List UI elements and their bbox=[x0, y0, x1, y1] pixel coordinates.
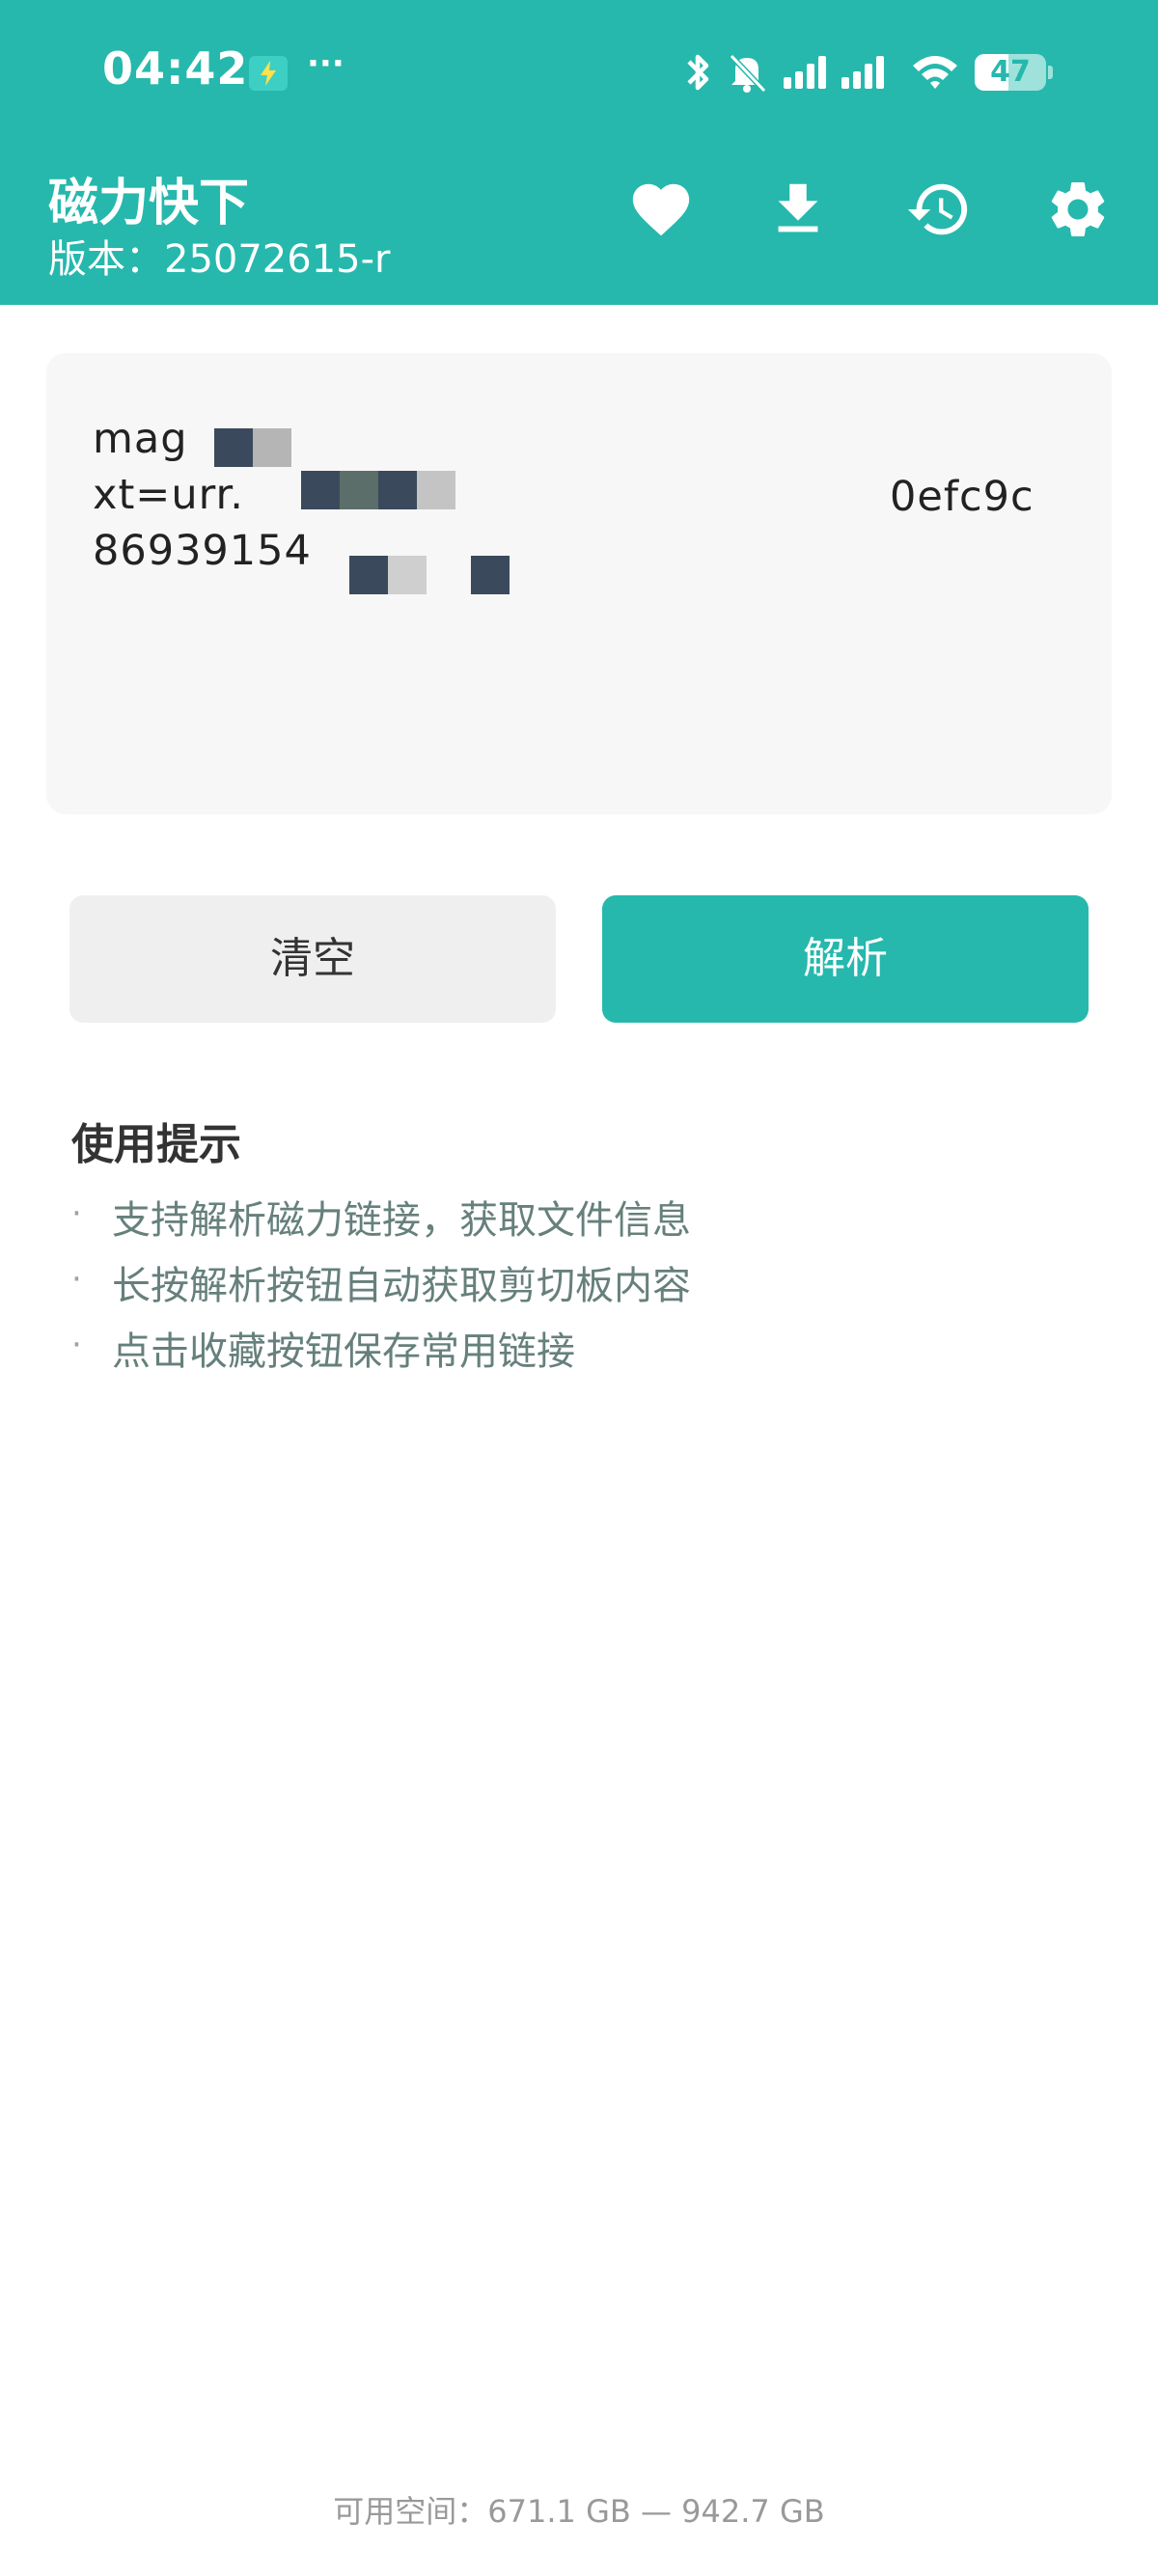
favorites-heart-icon[interactable] bbox=[627, 176, 695, 243]
bluetooth-icon bbox=[687, 54, 709, 91]
tip-bullet: · bbox=[71, 1194, 82, 1233]
tip-text: 长按解析按钮自动获取剪切板内容 bbox=[112, 1264, 691, 1308]
tips-title: 使用提示 bbox=[71, 1120, 241, 1169]
status-time: 04:42 bbox=[102, 42, 249, 95]
tip-text: 支持解析磁力链接，获取文件信息 bbox=[112, 1198, 691, 1243]
more-notifications-icon: ··· bbox=[307, 44, 345, 83]
battery-tip bbox=[1048, 66, 1053, 79]
mute-icon bbox=[729, 53, 767, 94]
redaction-mosaic bbox=[388, 556, 427, 594]
history-icon[interactable] bbox=[905, 176, 973, 243]
storage-footer: 可用空间：671.1 GB — 942.7 GB bbox=[333, 2493, 825, 2530]
redaction-mosaic bbox=[253, 428, 291, 467]
settings-gear-icon[interactable] bbox=[1044, 176, 1112, 243]
wifi-icon bbox=[913, 56, 957, 89]
parse-button[interactable]: 解析 bbox=[602, 895, 1089, 1023]
magnet-link-input[interactable]: mag xt=urr. 86939154 0efc9c bbox=[46, 353, 1112, 814]
input-line-2-tail: 0efc9c bbox=[890, 473, 1034, 521]
download-icon[interactable] bbox=[764, 176, 832, 243]
redaction-mosaic bbox=[417, 471, 455, 509]
signal-icon bbox=[784, 56, 884, 89]
app-bar: 磁力快下 版本：25072615-r bbox=[0, 145, 1158, 305]
redaction-mosaic bbox=[471, 556, 510, 594]
redaction-mosaic bbox=[340, 471, 378, 509]
charging-icon bbox=[249, 56, 288, 91]
input-line-3: 86939154 bbox=[93, 527, 312, 575]
redaction-mosaic bbox=[378, 471, 417, 509]
status-bar: 04:42 ··· 47 bbox=[0, 0, 1158, 145]
clear-button[interactable]: 清空 bbox=[69, 895, 556, 1023]
app-version: 版本：25072615-r bbox=[48, 237, 391, 282]
tip-bullet: · bbox=[71, 1260, 82, 1299]
redaction-mosaic bbox=[214, 428, 253, 467]
redaction-mosaic bbox=[349, 556, 388, 594]
app-title: 磁力快下 bbox=[48, 175, 250, 233]
tip-bullet: · bbox=[71, 1326, 82, 1364]
redaction-mosaic bbox=[301, 471, 340, 509]
tip-text: 点击收藏按钮保存常用链接 bbox=[112, 1329, 575, 1374]
battery-icon: 47 bbox=[975, 54, 1046, 91]
battery-level: 47 bbox=[990, 55, 1031, 89]
